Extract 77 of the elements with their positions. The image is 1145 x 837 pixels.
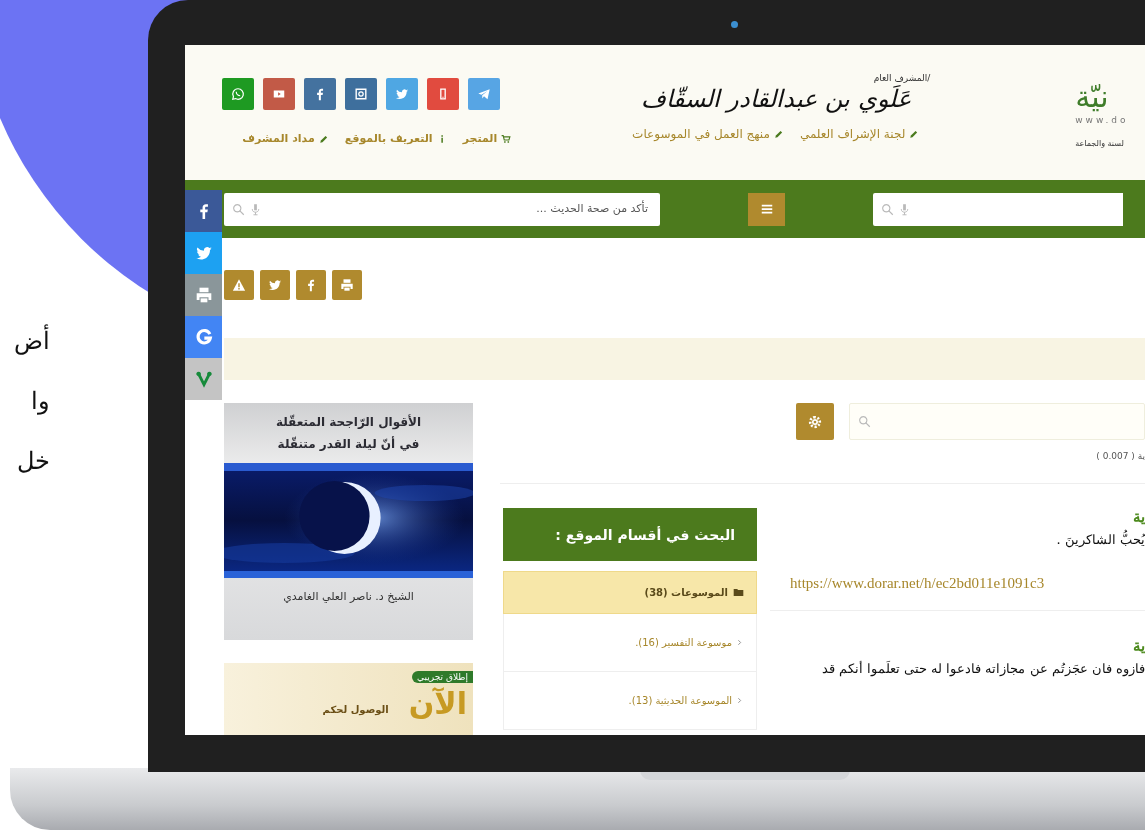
microphone-icon: [898, 202, 911, 216]
facebook-share-button[interactable]: [296, 270, 326, 300]
chevron-icon: [735, 696, 744, 705]
telegram-button[interactable]: [468, 78, 500, 110]
folder-icon: [733, 587, 744, 598]
paper-plane-icon: [477, 87, 491, 101]
promo-ad[interactable]: إطلاق تجريبي الوصول لحكم الآن: [224, 663, 473, 735]
search-time: ية ( 0.007 ): [1096, 451, 1145, 461]
result-text: فازوه فان عجَزتُم عن مجازاته فادعوا له حتى تعلَموا أنكم قد: [821, 661, 1145, 676]
hadith-search-field[interactable]: تأكد من صحة الحديث ...: [224, 192, 660, 226]
category-row[interactable]: الموسوعات (38): [503, 571, 757, 614]
twitter-share-button[interactable]: [260, 270, 290, 300]
settings-button[interactable]: [796, 403, 834, 440]
facebook-share-button[interactable]: [185, 190, 222, 232]
microphone-icon: [249, 202, 262, 216]
vine-icon: [194, 370, 213, 388]
header-link[interactable]: مداد المشرف: [242, 132, 329, 145]
book-ad[interactable]: الأقوال الرّاجحة المتعقّلة في أنّ ليلة القدر متنقّلة الشيخ د. ناصر العلي الغامدي: [224, 403, 473, 640]
ad-title: الأقوال الرّاجحة المتعقّلة: [275, 415, 422, 429]
google-icon: [194, 328, 213, 346]
header-link[interactable]: المتجر: [462, 132, 512, 145]
backdrop-text: خل: [17, 446, 50, 477]
print-button[interactable]: [332, 270, 362, 300]
twitter-share-button[interactable]: [386, 78, 418, 110]
ad-title: في أنّ ليلة القدر متنقّلة: [277, 437, 420, 451]
twitter-share-button[interactable]: [185, 232, 222, 274]
settings-icon: [808, 414, 822, 429]
camera-icon: [354, 87, 368, 101]
warning-icon: [232, 278, 246, 292]
promo-headline: الآن: [408, 687, 467, 721]
menu-icon: [759, 202, 774, 216]
result-link[interactable]: https://www.dorar.net/h/ec2bd011e1091c3: [790, 575, 1145, 592]
pencil-icon: [318, 133, 329, 144]
promo-badge: إطلاق تجريبي: [412, 671, 473, 683]
chevron-icon: [735, 638, 744, 647]
facebook-share-button[interactable]: [304, 78, 336, 110]
whatsapp-icon: [231, 87, 245, 101]
search-field[interactable]: [873, 192, 1123, 226]
menu-button[interactable]: [748, 192, 785, 226]
print-icon: [194, 286, 213, 304]
whatsapp-button[interactable]: [222, 78, 254, 110]
pencil-icon: [773, 129, 784, 139]
instagram-button[interactable]: [345, 78, 377, 110]
backdrop-text: أض: [14, 322, 50, 360]
search-icon: [881, 202, 894, 216]
search-icon: [232, 202, 245, 216]
twitter-icon: [194, 244, 213, 262]
supervisor-label: المشرف العام/: [873, 73, 931, 83]
youtube-button[interactable]: [263, 78, 295, 110]
header-link[interactable]: لجنة الإشراف العلمي: [799, 127, 920, 141]
result-heading[interactable]: ية: [1133, 508, 1145, 526]
search-icon: [858, 415, 871, 428]
section-link[interactable]: موسوعة التفسير (16).: [503, 614, 757, 672]
pencil-icon: [909, 129, 920, 139]
camera-dot: [731, 21, 738, 28]
google-share-button[interactable]: [185, 316, 222, 358]
sections-heading: البحث في أقسام الموقع :: [503, 508, 757, 561]
site-logo[interactable]: نيّة: [1075, 79, 1109, 115]
supervisor-name: عَلَوي بن عبدالقادر السقّاف: [640, 85, 911, 113]
result-heading[interactable]: ية: [1133, 637, 1145, 655]
twitter-icon: [395, 87, 409, 101]
header-link[interactable]: التعريف بالموقع: [344, 132, 447, 145]
report-button[interactable]: [224, 270, 254, 300]
promo-text: الوصول لحكم: [322, 704, 389, 715]
ad-author: الشيخ د. ناصر العلي الغامدي: [283, 590, 414, 603]
section-link[interactable]: الموسوعة الحديثية (13).: [503, 672, 757, 730]
header-link[interactable]: منهج العمل في الموسوعات: [632, 127, 784, 141]
print-button[interactable]: [185, 274, 222, 316]
site-address: www.do: [1075, 115, 1129, 125]
backdrop-text: وا: [31, 386, 50, 417]
twitter-icon: [268, 278, 282, 292]
site-search-field[interactable]: [849, 403, 1145, 440]
logo-tagline: لسنة والجماعة: [1075, 139, 1124, 148]
cart-icon: [501, 133, 512, 144]
print-icon: [340, 278, 354, 292]
mobile-app-button[interactable]: [427, 78, 459, 110]
share-button[interactable]: [185, 358, 222, 400]
